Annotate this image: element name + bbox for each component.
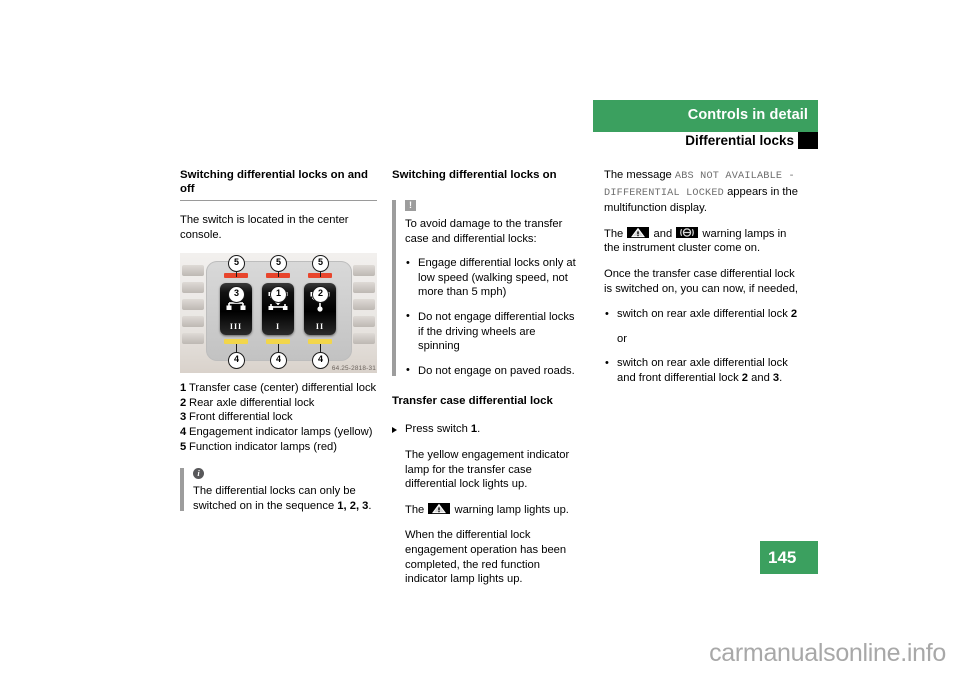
exclamation-icon: ! [405, 200, 416, 211]
legend-label: Transfer case (center) differential lock [189, 382, 377, 395]
option-2-mid: and [748, 371, 773, 384]
header-band-title: Controls in detail [687, 107, 808, 123]
option-2-post: . [779, 371, 783, 384]
paragraph-message: The message ABS NOT AVAILABLE - DIFFEREN… [604, 168, 800, 216]
site-watermark: carmanualsonline.info [709, 639, 946, 667]
step-text-pre: Press switch [405, 423, 471, 436]
info-note-line2-pre: switched on in the sequence [193, 499, 338, 512]
brake-warning-lamp-icon [676, 226, 699, 238]
console-left-ribs [182, 265, 204, 357]
header-band: Controls in detail [593, 100, 818, 132]
legend-number: 1 [180, 382, 187, 395]
triangle-warning-lamp-icon [428, 502, 451, 514]
callout-4-b: 4 [270, 352, 287, 370]
header-subtitle-row: Differential locks [593, 132, 818, 150]
warning-intro: To avoid damage to the transfer case and… [405, 218, 563, 245]
info-note-sequence: 1, 2, 3 [337, 499, 369, 512]
legend-number: 4 [180, 425, 187, 438]
paragraph-once-switched-on: Once the transfer case differential lock… [604, 267, 799, 295]
legend-item: 2 Rear axle differential lock [180, 396, 377, 411]
legend-item: 1 Transfer case (center) differential loc… [180, 381, 377, 396]
column-one: Switching differential locks on and off … [180, 168, 377, 525]
legend-label: Engagement indicator lamps (yellow) [189, 425, 373, 438]
message-text-pre: The message [604, 169, 675, 181]
warning-note-box: ! To avoid damage to the transfer case a… [392, 200, 580, 378]
paragraph-red-lamp: When the differential lock engagement op… [405, 529, 567, 586]
section-heading-switching-on: Switching differential locks on [392, 169, 557, 181]
page-number-badge: 145 [760, 541, 818, 574]
option-1-text: switch on rear axle differential lock [617, 308, 791, 321]
paragraph-warning-lamp: The warning lamp lights up. [392, 502, 580, 518]
info-note-box: i The differential locks can only be swi… [180, 468, 377, 513]
legend-item: 4 Engagement indicator lamps (yellow) [180, 425, 377, 440]
console-right-ribs [353, 265, 375, 357]
legend-label: Rear axle differential lock [189, 396, 315, 409]
console-switch-figure: III I II 3 1 2 5 5 5 4 4 4 64.25-2818-31 [180, 253, 377, 374]
cluster-lamps-text-pre: The [604, 227, 627, 240]
switch-roman-3: III [229, 322, 243, 332]
legend-number: 3 [180, 411, 187, 424]
triangle-warning-lamp-icon [627, 226, 650, 238]
header-subtitle: Differential locks [685, 133, 794, 148]
cluster-lamps-text-mid: and [650, 227, 676, 240]
warning-lamp-text-pre: The [405, 503, 428, 516]
paragraph-yellow-lamp: The yellow engagement indicator lamp for… [405, 448, 570, 491]
options-bullet-list-two: switch on rear axle differential lock an… [604, 356, 800, 385]
option-bullet-rear-and-front: switch on rear axle differential lock an… [604, 356, 800, 385]
info-note-line2-post: . [368, 499, 372, 512]
column-two: Switching differential locks on ! To avo… [392, 168, 580, 598]
option-bullet-rear-axle: switch on rear axle differential lock 2 [604, 307, 800, 322]
step-text-post: . [477, 423, 481, 436]
switch-roman-1: I [275, 322, 281, 332]
legend-number: 2 [180, 396, 187, 409]
legend-item: 3 Front differential lock [180, 410, 377, 425]
options-bullet-list: switch on rear axle differential lock 2 [604, 307, 800, 322]
paragraph-cluster-lamps: The and warning lamps in the instrument … [604, 226, 800, 256]
callout-4-c: 4 [312, 352, 329, 370]
figure-legend: 1 Transfer case (center) differential loc… [180, 381, 377, 454]
legend-number: 5 [180, 440, 187, 453]
info-note-line1: The differential locks can only be [193, 485, 356, 498]
info-note-text: The differential locks can only be switc… [193, 484, 377, 513]
switch-roman-2: II [315, 322, 325, 332]
option-1-number: 2 [790, 308, 798, 321]
legend-label: Front differential lock [189, 411, 293, 424]
legend-label: Function indicator lamps (red) [189, 440, 337, 453]
warning-bullet: Engage differential locks only at low sp… [405, 256, 580, 300]
warning-lamp-text-post: warning lamp lights up. [451, 503, 569, 516]
page-number: 145 [768, 548, 797, 567]
warning-bullet: Do not engage on paved roads. [405, 363, 580, 379]
section-heading-switching-on-off: Switching differential locks on and off [180, 168, 377, 201]
step-press-switch: Press switch 1. [392, 422, 580, 437]
column-three: The message ABS NOT AVAILABLE - DIFFEREN… [604, 168, 800, 396]
callout-4-a: 4 [228, 352, 245, 370]
intro-paragraph: The switch is located in the center cons… [180, 214, 349, 241]
warning-bullet-list: Engage differential locks only at low sp… [405, 256, 580, 378]
figure-reference-code: 64.25-2818-31 [331, 365, 376, 373]
or-separator: or [617, 332, 627, 345]
header-thumb-marker [798, 132, 818, 149]
legend-item: 5 Function indicator lamps (red) [180, 440, 377, 455]
info-icon: i [193, 468, 204, 480]
subsection-heading-transfer-case: Transfer case differential lock [392, 395, 553, 408]
warning-bullet: Do not engage differential locks if the … [405, 309, 580, 354]
